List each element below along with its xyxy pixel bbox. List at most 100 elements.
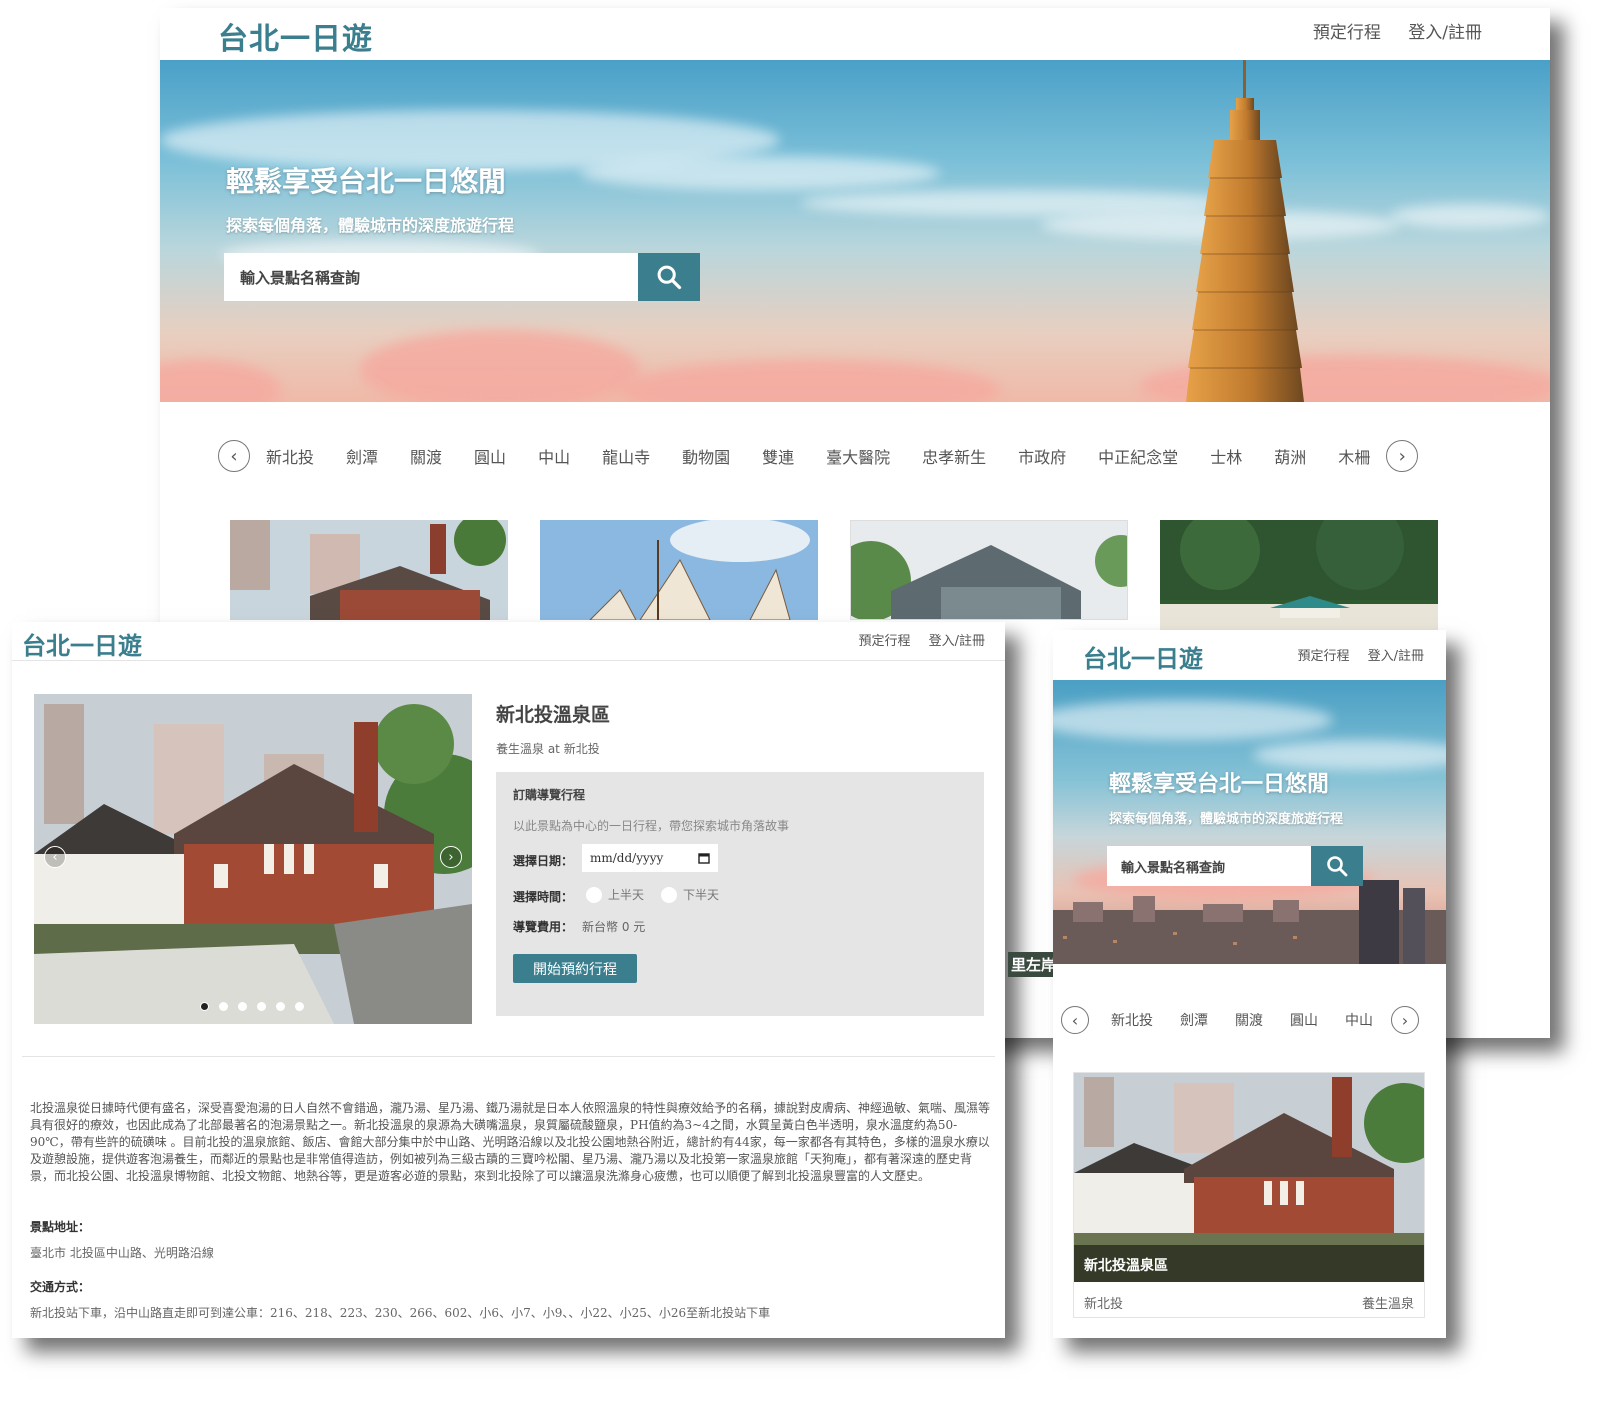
attraction-card-location: 新北投 — [1084, 1297, 1124, 1312]
attraction-card-title: 新北投溫泉區 — [1074, 1245, 1424, 1282]
photo-gallery[interactable]: ‹ › — [34, 694, 472, 1024]
address-value: 臺北市 北投區中山路、光明路沿線 — [30, 1246, 214, 1260]
nav-link-login[interactable]: 登入/註冊 — [929, 634, 985, 649]
category-item[interactable]: 圓山 — [1290, 1010, 1318, 1030]
transport-label: 交通方式： — [30, 1280, 91, 1294]
attraction-thumb[interactable] — [1160, 520, 1438, 630]
hidden-card-caption: 里左岸 — [1008, 952, 1060, 977]
search-button[interactable] — [1311, 846, 1363, 886]
chevron-left-icon[interactable]: ‹ — [1061, 1006, 1089, 1034]
divider — [22, 1056, 995, 1057]
radio-morning[interactable]: 上半天 — [586, 886, 644, 903]
gallery-dot[interactable] — [295, 1002, 304, 1011]
category-item[interactable]: 關渡 — [410, 444, 442, 468]
gallery-dots — [200, 1002, 304, 1011]
category-item[interactable]: 關渡 — [1235, 1010, 1263, 1030]
search-icon — [1327, 856, 1348, 877]
chevron-left-icon[interactable]: ‹ — [218, 440, 250, 472]
nav-link-booking[interactable]: 預定行程 — [1297, 649, 1349, 664]
attraction-title: 新北投溫泉區 — [496, 704, 611, 726]
hero-subtitle: 探索每個角落，體驗城市的深度旅遊行程 — [1109, 812, 1344, 827]
hero-search: 輸入景點名稱查詢 — [1107, 846, 1363, 886]
search-input[interactable]: 輸入景點名稱查詢 — [1107, 846, 1311, 886]
category-item[interactable]: 新北投 — [1111, 1010, 1153, 1030]
radio-circle — [586, 886, 602, 903]
chevron-right-icon[interactable]: › — [1386, 440, 1419, 472]
hot-spring-museum-photo — [34, 694, 472, 1024]
date-input[interactable]: mm/dd/yyyy — [582, 844, 718, 872]
nav-link-booking[interactable]: 預定行程 — [858, 634, 910, 649]
radio-circle — [661, 886, 677, 903]
site-logo[interactable]: 台北一日遊 — [22, 626, 142, 661]
chevron-right-icon[interactable]: › — [440, 846, 462, 868]
category-item[interactable]: 動物園 — [682, 444, 730, 468]
attraction-thumb[interactable] — [850, 520, 1128, 620]
hero-title: 輕鬆享受台北一日悠閒 — [1109, 772, 1330, 797]
nav-link-login[interactable]: 登入/註冊 — [1408, 23, 1482, 43]
gallery-dot[interactable] — [200, 1002, 209, 1011]
nav-link-login[interactable]: 登入/註冊 — [1368, 649, 1424, 664]
top-nav: 台北一日遊 預定行程 登入/註冊 — [160, 8, 1550, 60]
radio-morning-label: 上半天 — [608, 888, 645, 902]
home-mobile-window: 台北一日遊 預定行程 登入/註冊 輕鬆享受台北一日悠閒 探索每個角落，體驗城市的… — [1053, 630, 1446, 1338]
gallery-dot[interactable] — [219, 1002, 228, 1011]
attraction-card[interactable]: 新北投溫泉區 新北投 養生溫泉 — [1073, 1072, 1425, 1318]
category-item[interactable]: 士林 — [1210, 444, 1242, 468]
category-carousel: ‹ 新北投 劍潭 關渡 圓山 中山 龍山寺 動物園 雙連 臺大醫院 忠孝新生 市政府 中正紀念堂 士林 葫… — [218, 440, 1419, 472]
time-label: 選擇時間： — [513, 890, 574, 904]
category-carousel: ‹ 新北投 劍潭 關渡 圓山 中山 › — [1061, 1006, 1419, 1034]
category-item[interactable]: 臺大醫院 — [826, 444, 890, 468]
nav-links: 預定行程 登入/註冊 — [1291, 18, 1482, 43]
site-logo[interactable]: 台北一日遊 — [1083, 639, 1203, 674]
chevron-right-icon[interactable]: › — [1391, 1006, 1419, 1034]
gallery-dot[interactable] — [257, 1002, 266, 1011]
transport-value: 新北投站下車，沿中山路直走即可到達公車：216、218、223、230、266、… — [30, 1306, 771, 1320]
attraction-subtitle: 養生溫泉 at 新北投 — [496, 742, 600, 756]
category-item[interactable]: 中山 — [1345, 1010, 1373, 1030]
attraction-thumb[interactable] — [230, 520, 508, 620]
category-item[interactable]: 劍潭 — [1180, 1010, 1208, 1030]
hero-subtitle: 探索每個角落，體驗城市的深度旅遊行程 — [226, 216, 515, 235]
taipei-101-image — [1186, 60, 1304, 402]
calendar-icon — [698, 853, 710, 864]
booking-heading: 訂購導覽行程 — [513, 788, 586, 802]
category-item[interactable]: 市政府 — [1018, 444, 1066, 468]
attraction-thumb[interactable] — [540, 520, 818, 620]
radio-afternoon-label: 下半天 — [683, 888, 720, 902]
category-item[interactable]: 葫洲 — [1274, 444, 1306, 468]
hero-banner: 輕鬆享受台北一日悠閒 探索每個角落，體驗城市的深度旅遊行程 輸入景點名稱查詢 — [1053, 680, 1446, 964]
category-item[interactable]: 雙連 — [762, 444, 794, 468]
nav-links: 預定行程 登入/註冊 — [844, 630, 985, 649]
category-item[interactable]: 中正紀念堂 — [1098, 444, 1178, 468]
date-label: 選擇日期： — [513, 854, 574, 868]
city-skyline-image — [1053, 880, 1446, 964]
category-item[interactable]: 中山 — [538, 444, 570, 468]
search-input[interactable]: 輸入景點名稱查詢 — [224, 253, 638, 301]
category-item[interactable]: 木柵 — [1338, 444, 1370, 468]
hero-search: 輸入景點名稱查詢 — [224, 253, 700, 301]
nav-link-booking[interactable]: 預定行程 — [1313, 23, 1381, 43]
radio-afternoon[interactable]: 下半天 — [661, 886, 719, 903]
site-logo[interactable]: 台北一日遊 — [218, 14, 373, 58]
attraction-card-tag: 養生溫泉 — [1361, 1297, 1414, 1312]
category-item[interactable]: 劍潭 — [346, 444, 378, 468]
detail-window: 台北一日遊 預定行程 登入/註冊 ‹ › 新北投溫泉區 養生溫泉 at 新北投 … — [12, 622, 1005, 1338]
search-icon — [657, 265, 682, 290]
date-value: mm/dd/yyyy — [590, 851, 664, 865]
category-item[interactable]: 龍山寺 — [602, 444, 650, 468]
address-label: 景點地址： — [30, 1220, 91, 1234]
attraction-description: 北投溫泉從日據時代便有盛名，深受喜愛泡湯的日人自然不會錯過，瀧乃湯、星乃湯、鐵乃… — [30, 1101, 991, 1183]
category-item[interactable]: 忠孝新生 — [922, 444, 986, 468]
search-button[interactable] — [638, 253, 700, 301]
category-item[interactable]: 新北投 — [266, 444, 314, 468]
fee-value: 新台幣 0 元 — [582, 920, 646, 934]
gallery-dot[interactable] — [238, 1002, 247, 1011]
fee-label: 導覽費用： — [513, 920, 574, 934]
chevron-left-icon[interactable]: ‹ — [44, 846, 66, 868]
start-booking-button[interactable]: 開始預約行程 — [513, 954, 637, 983]
gallery-dot[interactable] — [276, 1002, 285, 1011]
booking-description: 以此景點為中心的一日行程，帶您探索城市角落故事 — [513, 819, 790, 833]
category-item[interactable]: 圓山 — [474, 444, 506, 468]
hero-banner: 輕鬆享受台北一日悠閒 探索每個角落，體驗城市的深度旅遊行程 輸入景點名稱查詢 — [160, 60, 1550, 402]
booking-panel: 訂購導覽行程 以此景點為中心的一日行程，帶您探索城市角落故事 選擇日期： mm/… — [496, 772, 984, 1016]
